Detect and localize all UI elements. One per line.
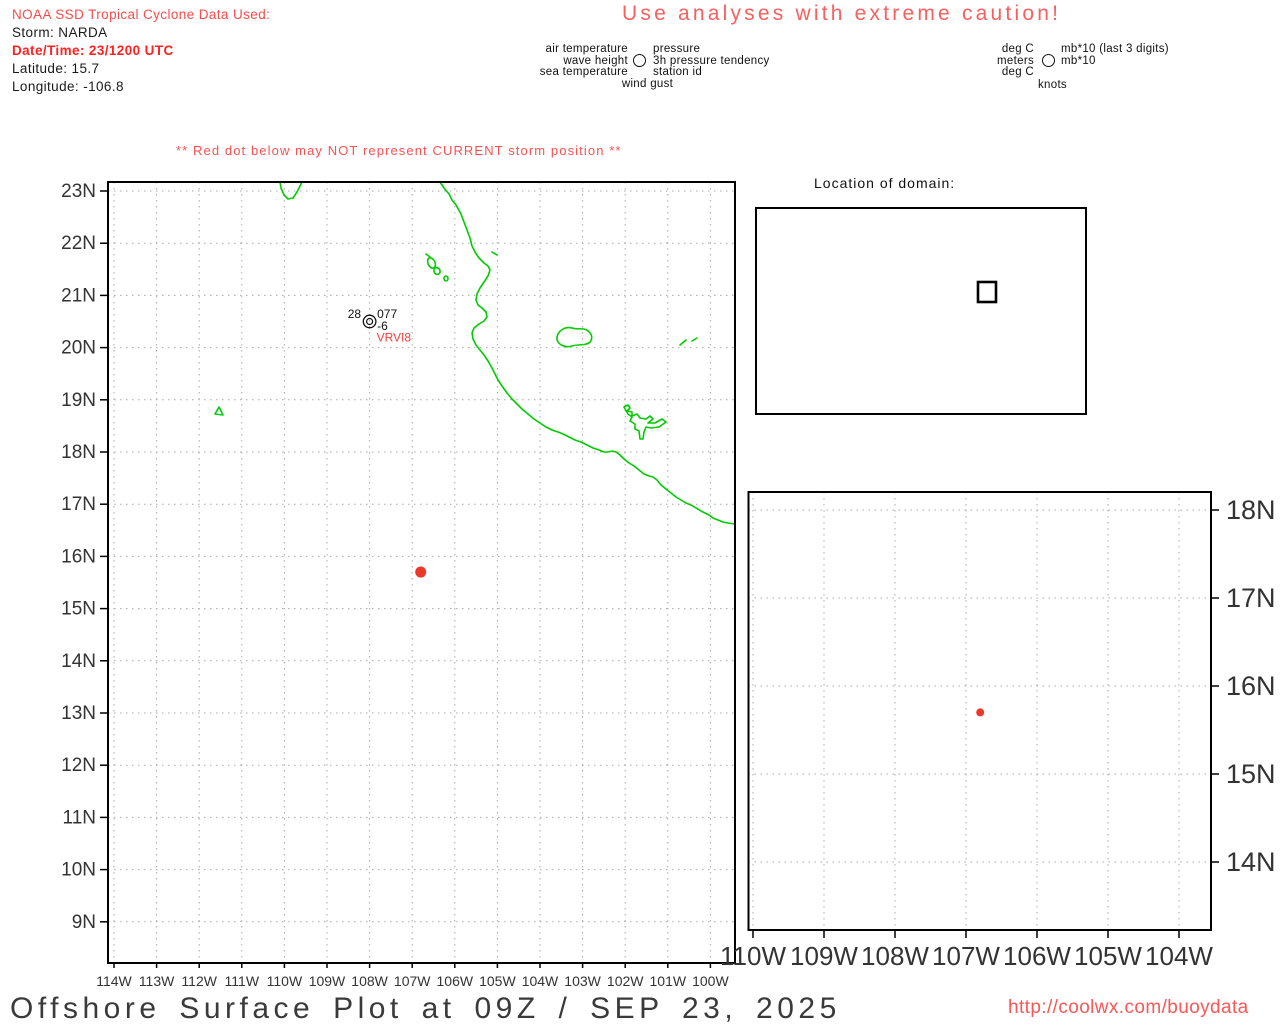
coastline bbox=[439, 181, 736, 525]
y-tick-label: 11N bbox=[63, 807, 96, 828]
coastline bbox=[623, 404, 667, 440]
coastline-europe-wafrica bbox=[1051, 228, 1086, 325]
legend-unit-knots: knots bbox=[1038, 79, 1067, 91]
inset-border bbox=[755, 207, 1087, 415]
legend-unit-degc-air: deg C bbox=[1001, 43, 1034, 55]
inset-title: Location of domain: bbox=[814, 175, 956, 191]
x-tick-label: 110W bbox=[267, 973, 303, 989]
y-tick-label: 9N bbox=[72, 912, 96, 933]
x-tick-label: 106W bbox=[1003, 941, 1071, 971]
legend-sea-temperature: sea temperature bbox=[539, 66, 628, 78]
coastline-island bbox=[443, 275, 449, 282]
y-tick-label: 18N bbox=[1226, 495, 1276, 525]
domain-extent-box bbox=[976, 280, 998, 304]
x-tick-label: 105W bbox=[1074, 941, 1142, 971]
coastline bbox=[679, 337, 698, 346]
coastline-africa bbox=[756, 273, 794, 369]
x-tick-label: 101W bbox=[650, 973, 687, 989]
latitude-line: Latitude: 15.7 bbox=[12, 61, 100, 76]
station-circle-icon bbox=[633, 54, 646, 67]
y-tick-label: 16N bbox=[61, 546, 96, 567]
legend-air-temperature: air temperature bbox=[545, 43, 628, 55]
legend-station-id: station id bbox=[653, 66, 703, 78]
x-tick-label: 105W bbox=[479, 973, 516, 989]
units-circle-icon bbox=[1042, 54, 1055, 67]
world-inset-map bbox=[755, 207, 1087, 415]
x-tick-label: 100W bbox=[692, 973, 729, 989]
x-tick-label: 113W bbox=[139, 973, 175, 989]
x-tick-label: 106W bbox=[437, 973, 474, 989]
x-tick-label: 108W bbox=[861, 941, 929, 971]
coastline-borneo bbox=[846, 307, 856, 316]
main-map: 114W 113W 112W 111W 110W 109W 108W 107W 106W 105W… bbox=[61, 181, 736, 989]
legend-unit-mb10: mb*10 bbox=[1061, 54, 1096, 67]
y-tick-label: 18N bbox=[61, 442, 96, 463]
legend-pressure: pressure bbox=[653, 43, 701, 55]
station-id: VRVI8 bbox=[377, 331, 412, 345]
coastline-madagascar bbox=[816, 326, 822, 342]
legend-wind-gust: wind gust bbox=[621, 78, 674, 90]
y-tick-label: 16N bbox=[1226, 671, 1276, 701]
y-tick-label: 22N bbox=[61, 233, 96, 254]
coastline-australia bbox=[852, 332, 887, 358]
storm-name-line: Storm: NARDA bbox=[12, 25, 108, 40]
coastline-tasmania-newzealand bbox=[877, 350, 922, 366]
coastline-north-america-east-arctic bbox=[902, 218, 1030, 310]
legend-unit-mb10-last3: mb*10 (last 3 digits) bbox=[1061, 43, 1169, 55]
coastline bbox=[556, 326, 593, 348]
x-tick-label: 108W bbox=[351, 973, 388, 989]
y-tick-label: 19N bbox=[61, 390, 96, 411]
x-tick-label: 110W bbox=[720, 941, 786, 971]
caution-banner: Use analyses with extreme caution! bbox=[622, 2, 1062, 25]
x-tick-label: 107W bbox=[932, 941, 1000, 971]
x-tick-label: 107W bbox=[394, 973, 431, 989]
coastline bbox=[214, 406, 224, 416]
coastline bbox=[425, 251, 498, 258]
y-tick-label: 23N bbox=[61, 181, 96, 202]
coastline-eurasia bbox=[756, 221, 893, 311]
y-tick-label: 13N bbox=[61, 703, 96, 724]
data-source-line: NOAA SSD Tropical Cyclone Data Used: bbox=[12, 7, 271, 22]
y-tick-label: 17N bbox=[1226, 583, 1276, 613]
coastline-south-america bbox=[1004, 308, 1047, 376]
storm-position-dot bbox=[976, 708, 985, 717]
source-url: http://coolwx.com/buoydata bbox=[1008, 997, 1249, 1018]
y-tick-label: 21N bbox=[61, 285, 96, 306]
y-tick-label: 20N bbox=[61, 338, 96, 359]
zoom-map: 110W 109W 108W 107W 106W 105W 104W 18N 17N 16N 15N… bbox=[720, 491, 1276, 971]
x-tick-label: 103W bbox=[564, 973, 601, 989]
storm-position-dot bbox=[415, 566, 427, 578]
y-tick-label: 15N bbox=[61, 599, 96, 620]
x-tick-label: 111W bbox=[225, 973, 260, 989]
x-tick-label: 104W bbox=[522, 973, 559, 989]
storm-info-block: NOAA SSD Tropical Cyclone Data Used: Sto… bbox=[12, 6, 270, 96]
y-tick-label: 14N bbox=[1226, 847, 1276, 877]
x-tick-label: 109W bbox=[309, 973, 346, 989]
coastline-seasia-islands bbox=[834, 257, 889, 320]
coastline-island bbox=[433, 266, 441, 276]
x-tick-label: 112W bbox=[181, 973, 217, 989]
station-air-temperature: 28 bbox=[348, 307, 362, 321]
legend-unit-degc-sea: deg C bbox=[1001, 66, 1034, 78]
x-tick-label: 109W bbox=[790, 941, 858, 971]
coastline-antarctica bbox=[756, 384, 1086, 400]
offshore-surface-plot-page: NOAA SSD Tropical Cyclone Data Used: Sto… bbox=[0, 0, 1280, 1024]
y-tick-label: 10N bbox=[61, 860, 96, 881]
coastline-greenland bbox=[1008, 218, 1037, 239]
storm-position-warning: ** Red dot below may NOT represent CURRE… bbox=[176, 143, 622, 158]
plot-title: Offshore Surface Plot at 09Z / SEP 23, 2… bbox=[10, 992, 841, 1024]
x-tick-label: 104W bbox=[1145, 941, 1213, 971]
y-tick-label: 17N bbox=[61, 494, 96, 515]
y-tick-label: 12N bbox=[61, 755, 96, 776]
y-tick-label: 14N bbox=[61, 651, 96, 672]
y-tick-label: 15N bbox=[1226, 759, 1276, 789]
x-tick-label: 102W bbox=[607, 973, 644, 989]
x-tick-label: 114W bbox=[96, 973, 132, 989]
longitude-line: Longitude: -106.8 bbox=[12, 79, 124, 94]
datetime-line: Date/Time: 23/1200 UTC bbox=[12, 43, 174, 58]
coastline-north-america-west bbox=[902, 232, 1007, 310]
